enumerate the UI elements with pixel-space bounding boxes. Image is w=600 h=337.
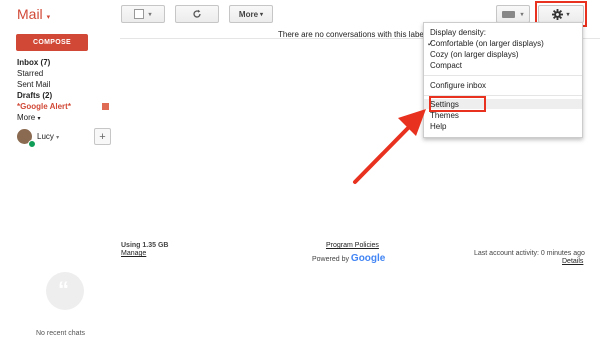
sidebar-item-starred[interactable]: Starred xyxy=(17,69,43,78)
mail-title: Mail xyxy=(17,6,43,22)
chevron-down-icon: ▾ xyxy=(148,11,152,18)
add-icon[interactable]: + xyxy=(94,128,111,145)
more-label: More xyxy=(238,9,259,19)
user-name: Lucy xyxy=(37,132,54,141)
online-status-dot xyxy=(28,140,36,148)
menu-separator xyxy=(424,75,582,76)
empty-conversations-message: There are no conversations with this lab… xyxy=(278,30,426,39)
select-checkbox-button[interactable]: ▾ xyxy=(121,5,165,23)
hangouts-icon: “ xyxy=(46,272,84,310)
menu-item-configure-inbox[interactable]: Configure inbox xyxy=(430,81,486,90)
manage-storage-link[interactable]: Manage xyxy=(121,250,146,257)
storage-usage: Using 1.35 GB xyxy=(121,242,169,249)
annotation-arrow xyxy=(353,109,426,184)
refresh-icon xyxy=(193,9,201,18)
sidebar-item-sent-mail[interactable]: Sent Mail xyxy=(17,80,50,89)
sidebar-item-google-alert[interactable]: *Google Alert* xyxy=(17,102,71,111)
sidebar-item-more[interactable]: More ▾ xyxy=(17,113,40,122)
activity-details-link[interactable]: Details xyxy=(562,258,583,265)
sidebar-more-label: More xyxy=(17,113,36,122)
chevron-down-icon: ▾ xyxy=(520,11,524,18)
menu-item-comfortable[interactable]: Comfortable (on larger displays) xyxy=(430,39,544,48)
last-account-activity: Last account activity: 0 minutes ago xyxy=(474,250,585,257)
compose-button[interactable]: COMPOSE xyxy=(16,34,88,51)
powered-by: Powered by Google xyxy=(312,253,385,264)
chevron-down-icon: ▾ xyxy=(46,14,51,21)
settings-dropdown-menu: Display density: ✓ Comfortable (on large… xyxy=(423,22,583,138)
sidebar-item-inbox[interactable]: Inbox (7) xyxy=(17,58,50,67)
display-density-heading: Display density: xyxy=(430,28,487,37)
menu-item-compact[interactable]: Compact xyxy=(430,61,462,70)
sidebar-item-drafts[interactable]: Drafts (2) xyxy=(17,91,52,100)
user-menu[interactable]: Lucy ▾ xyxy=(37,132,59,141)
mail-app-menu[interactable]: Mail ▾ xyxy=(17,6,50,22)
chevron-down-icon: ▾ xyxy=(56,135,60,141)
more-button[interactable]: More ▾ xyxy=(229,5,273,23)
google-logo: Google xyxy=(350,253,386,264)
no-recent-chats: No recent chats xyxy=(36,330,86,337)
keyboard-icon xyxy=(502,10,516,18)
program-policies-link[interactable]: Program Policies xyxy=(326,242,379,249)
menu-item-cozy[interactable]: Cozy (on larger displays) xyxy=(430,50,518,59)
checkbox-icon xyxy=(134,9,145,19)
chevron-down-icon: ▾ xyxy=(260,11,264,18)
chevron-down-icon: ▾ xyxy=(37,116,41,122)
powered-by-label: Powered by xyxy=(312,256,349,263)
label-color-swatch xyxy=(102,103,109,110)
input-tools-button[interactable]: ▾ xyxy=(496,5,530,23)
refresh-button[interactable] xyxy=(175,5,219,23)
